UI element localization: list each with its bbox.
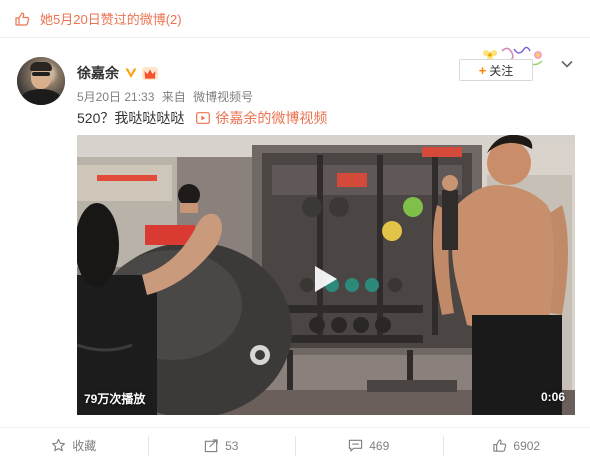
video-player[interactable]: 79万次播放 0:06 — [77, 135, 575, 415]
post-meta: 5月20日 21:33 来自 微博视频号 — [77, 88, 257, 105]
author-name[interactable]: 徐嘉余 — [77, 63, 119, 83]
liked-notice-text[interactable]: 她5月20日赞过的微博(2) — [40, 9, 182, 28]
repost-icon — [204, 439, 218, 453]
like-button[interactable]: 6902 — [442, 435, 590, 456]
like-count: 6902 — [513, 438, 541, 453]
comment-button[interactable]: 469 — [295, 435, 443, 456]
play-button-icon[interactable] — [313, 264, 339, 294]
video-duration: 0:06 — [540, 390, 565, 404]
liked-notice-bar: 她5月20日赞过的微博(2) — [0, 0, 590, 38]
star-icon — [52, 438, 66, 452]
post-action-bar: 收藏 53 469 6902 — [0, 427, 590, 463]
video-play-count: 79万次播放 — [84, 392, 146, 406]
comment-count: 469 — [369, 438, 390, 453]
post-text: 520？我哒哒哒哒 — [77, 110, 185, 126]
favorite-button[interactable]: 收藏 — [0, 436, 148, 456]
weibo-post-card: 徐嘉余 5月20日 21:33 来自 微博视频号 + 关注 520？我哒哒哒哒 … — [0, 39, 590, 463]
verified-v-icon — [125, 68, 137, 78]
video-play-icon — [196, 112, 211, 124]
post-source[interactable]: 微博视频号 — [193, 90, 253, 104]
video-link-label: 徐嘉余的微博视频 — [215, 110, 328, 126]
source-prefix: 来自 — [161, 90, 186, 104]
chevron-down-icon[interactable] — [560, 57, 574, 71]
author-row: 徐嘉余 — [77, 63, 159, 83]
post-date[interactable]: 5月20日 21:33 — [77, 90, 154, 104]
plus-icon: + — [478, 62, 487, 78]
repost-button[interactable]: 53 — [147, 435, 296, 456]
comment-icon — [349, 439, 363, 452]
favorite-label: 收藏 — [72, 439, 97, 453]
post-content: 520？我哒哒哒哒 徐嘉余的微博视频 — [77, 108, 327, 128]
video-link[interactable]: 徐嘉余的微博视频 — [196, 108, 327, 128]
thumbs-up-icon — [493, 439, 507, 452]
crown-icon[interactable] — [141, 66, 159, 81]
repost-count: 53 — [225, 438, 239, 453]
follow-label: 关注 — [489, 63, 514, 78]
thumbs-up-icon — [15, 11, 30, 26]
avatar[interactable] — [17, 57, 65, 105]
follow-button[interactable]: + 关注 — [459, 59, 533, 81]
